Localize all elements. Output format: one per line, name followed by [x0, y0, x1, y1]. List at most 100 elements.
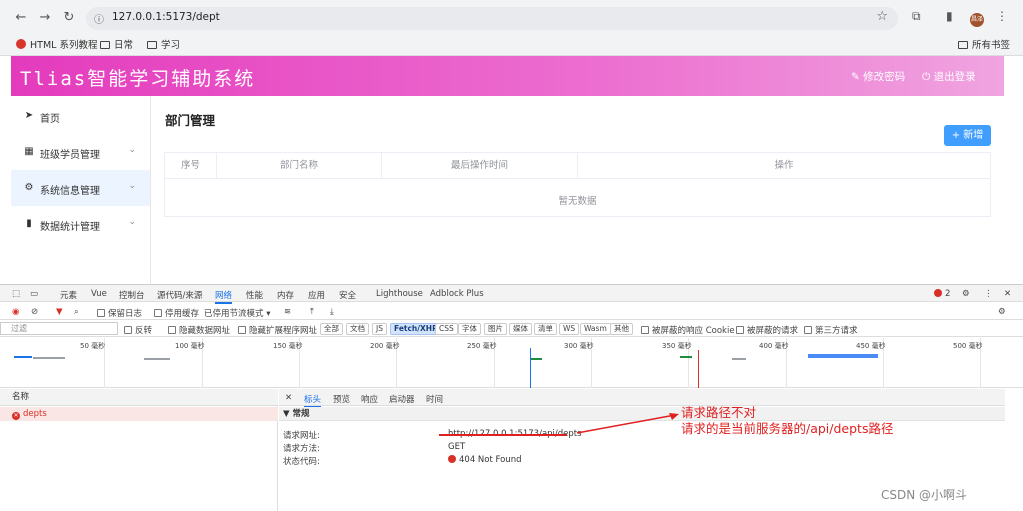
- bookmark-html[interactable]: HTML 系列教程: [16, 37, 97, 51]
- chip-font[interactable]: 字体: [458, 323, 481, 335]
- chip-other[interactable]: 其他: [610, 323, 633, 335]
- chip-ws[interactable]: WS: [559, 323, 580, 335]
- tab-timing[interactable]: 时间: [426, 393, 443, 405]
- download-icon[interactable]: ⤓: [330, 307, 334, 317]
- tick-label: 50 毫秒: [80, 342, 106, 350]
- error-count-badge[interactable]: 2: [934, 289, 950, 299]
- tab-network[interactable]: 网络: [215, 289, 233, 304]
- chip-manifest[interactable]: 清单: [534, 323, 557, 335]
- hide-extension-urls-checkbox[interactable]: 隐藏扩展程序网址: [238, 324, 317, 336]
- column-header: 序号: [165, 153, 217, 179]
- error-icon: [934, 289, 942, 297]
- devtools-panel: ⬚ ▭ 元素 Vue 控制台 源代码/来源 网络 性能 内存 应用 安全 Lig…: [0, 284, 1023, 511]
- request-row-depts[interactable]: ✕ depts: [0, 407, 278, 421]
- chip-js[interactable]: JS: [372, 323, 387, 335]
- tab-sources[interactable]: 源代码/来源: [157, 289, 202, 301]
- extensions-icon[interactable]: ⧉: [912, 9, 921, 24]
- address-url: 127.0.0.1:5173/dept: [112, 11, 220, 23]
- device-toggle-icon[interactable]: ▭: [30, 289, 38, 299]
- bookmark-folder-daily[interactable]: 日常: [100, 37, 133, 51]
- blocked-requests-checkbox[interactable]: 被屏蔽的请求: [736, 324, 798, 336]
- logout-link[interactable]: ⏻ 退出登录: [922, 69, 976, 84]
- side-panel-icon[interactable]: ▮: [946, 9, 953, 23]
- address-bar[interactable]: ⓘ 127.0.0.1:5173/dept ☆: [86, 7, 898, 30]
- request-name: depts: [23, 409, 47, 419]
- blocked-cookies-checkbox[interactable]: 被屏蔽的响应 Cookie: [641, 324, 735, 336]
- app-title: Tlias智能学习辅助系统: [20, 68, 256, 90]
- column-header: 最后操作时间: [382, 153, 578, 179]
- inspect-icon[interactable]: ⬚: [12, 289, 20, 299]
- tick-label: 200 毫秒: [370, 342, 400, 350]
- wifi-icon[interactable]: ≋: [284, 307, 291, 317]
- tab-vue[interactable]: Vue: [91, 289, 107, 299]
- disable-cache-label: 停用缓存: [165, 309, 200, 319]
- tab-memory[interactable]: 内存: [277, 289, 294, 301]
- hide-data-urls-checkbox[interactable]: 隐藏数据网址: [168, 324, 230, 336]
- back-arrow-icon[interactable]: ←: [12, 9, 30, 27]
- filter-input[interactable]: 过滤: [0, 322, 118, 335]
- chip-media[interactable]: 媒体: [509, 323, 532, 335]
- tab-elements[interactable]: 元素: [60, 289, 77, 301]
- tab-headers[interactable]: 标头: [304, 393, 322, 408]
- tab-preview[interactable]: 预览: [333, 393, 350, 405]
- chip-wasm[interactable]: Wasm: [580, 323, 611, 335]
- tab-console[interactable]: 控制台: [119, 289, 145, 301]
- tab-application[interactable]: 应用: [308, 289, 325, 301]
- record-icon[interactable]: ◉: [12, 307, 19, 317]
- menu-kebab-icon[interactable]: ⋮: [996, 9, 1008, 23]
- site-info-icon[interactable]: ⓘ: [94, 11, 104, 26]
- reload-icon[interactable]: ↻: [60, 9, 78, 27]
- tab-adblock[interactable]: Adblock Plus: [430, 289, 484, 299]
- close-icon[interactable]: ✕: [1004, 289, 1011, 299]
- bookmark-folder-study[interactable]: 学习: [147, 37, 180, 51]
- error-count: 2: [945, 289, 951, 299]
- change-password-label: 修改密码: [863, 71, 906, 83]
- filter-icon[interactable]: ▼: [56, 307, 63, 317]
- upload-icon[interactable]: ⤒: [310, 307, 314, 317]
- tick-label: 100 毫秒: [175, 342, 205, 350]
- bookmark-label: HTML 系列教程: [30, 40, 98, 51]
- network-settings-icon[interactable]: ⚙: [998, 307, 1006, 317]
- forward-arrow-icon[interactable]: →: [36, 9, 54, 27]
- invert-checkbox[interactable]: 反转: [124, 324, 152, 336]
- all-bookmarks[interactable]: 所有书签: [958, 37, 1010, 51]
- tick-label: 250 毫秒: [467, 342, 497, 350]
- bookmark-star-icon[interactable]: ☆: [876, 9, 888, 24]
- third-party-checkbox[interactable]: 第三方请求: [804, 324, 858, 336]
- network-timeline[interactable]: 50 毫秒 100 毫秒 150 毫秒 200 毫秒 250 毫秒 300 毫秒…: [0, 338, 1023, 388]
- timeline-bar: [680, 356, 692, 358]
- folder-icon: [100, 41, 110, 49]
- tab-initiator[interactable]: 启动器: [389, 393, 415, 405]
- browser-chrome: ← → ↻ ⓘ 127.0.0.1:5173/dept ☆ ⧉ ▮ 昌泽 ⋮ H…: [0, 0, 1023, 56]
- add-dept-button[interactable]: + 新增: [944, 125, 991, 146]
- sidebar-item-home[interactable]: ➤ 首页: [11, 98, 150, 134]
- sidebar-item-class-student[interactable]: ▦ 班级学员管理 ⌄: [11, 134, 150, 170]
- hide-extension-urls-label: 隐藏扩展程序网址: [249, 326, 318, 336]
- sidebar-item-label: 系统信息管理: [40, 186, 100, 197]
- change-password-link[interactable]: ✎ 修改密码: [851, 69, 905, 84]
- sidebar-item-system-info[interactable]: ⚙ 系统信息管理 ⌄: [11, 170, 150, 206]
- name-column-header[interactable]: 名称: [0, 389, 278, 406]
- devtools-menu-icon[interactable]: ⋮: [984, 289, 993, 299]
- clear-icon[interactable]: ⊘: [31, 307, 38, 317]
- chevron-down-icon: ⌄: [128, 181, 136, 191]
- disable-cache-checkbox[interactable]: 停用缓存: [154, 307, 199, 319]
- third-party-label: 第三方请求: [815, 326, 858, 336]
- chip-img[interactable]: 图片: [484, 323, 507, 335]
- preserve-log-checkbox[interactable]: 保留日志: [97, 307, 142, 319]
- tab-response[interactable]: 响应: [361, 393, 378, 405]
- throttling-select[interactable]: 已停用节流模式 ▾: [204, 307, 270, 319]
- tab-lighthouse[interactable]: Lighthouse: [376, 289, 423, 299]
- tab-security[interactable]: 安全: [339, 289, 356, 301]
- column-header: 操作: [774, 160, 794, 171]
- chip-css[interactable]: CSS: [435, 323, 458, 335]
- chip-all[interactable]: 全部: [320, 323, 343, 335]
- avatar[interactable]: 昌泽: [970, 13, 984, 27]
- settings-gear-icon[interactable]: ⚙: [962, 289, 970, 299]
- sidebar-item-statistics[interactable]: ▮ 数据统计管理 ⌄: [11, 206, 150, 242]
- close-icon[interactable]: ✕: [285, 393, 292, 403]
- search-icon[interactable]: ⌕: [74, 307, 79, 317]
- chip-doc[interactable]: 文档: [346, 323, 369, 335]
- timeline-bar: [732, 358, 746, 360]
- tab-performance[interactable]: 性能: [246, 289, 263, 301]
